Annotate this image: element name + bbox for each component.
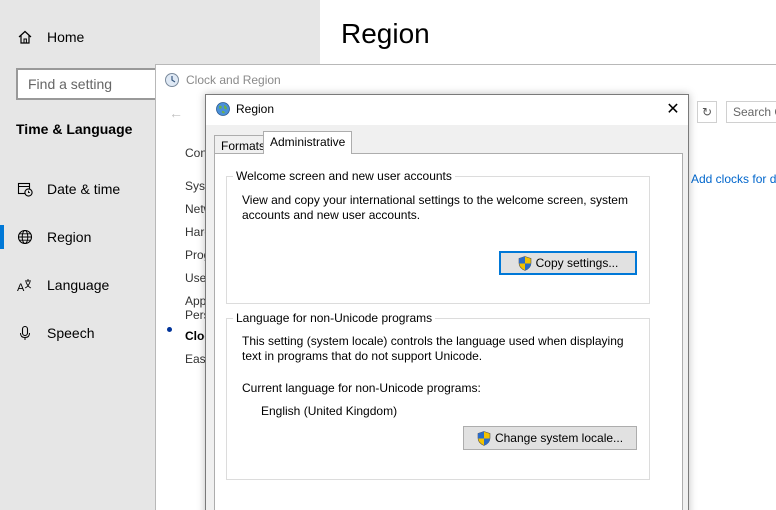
welcome-screen-groupbox: Welcome screen and new user accounts Vie… — [226, 169, 650, 304]
page-title: Region — [341, 18, 430, 49]
svg-text:A: A — [17, 282, 25, 293]
current-language-label: Current language for non-Unicode program… — [242, 381, 481, 395]
nav-speech-label: Speech — [47, 325, 95, 341]
region-dialog: Region ✕ Formats Administrative Welcome … — [205, 94, 689, 510]
language-icon: A — [17, 279, 32, 293]
section-heading: Time & Language — [16, 121, 133, 137]
region-globe-icon — [216, 102, 230, 116]
tab-administrative[interactable]: Administrative — [263, 131, 353, 154]
nav-home[interactable]: Home — [0, 17, 320, 57]
uac-shield-icon — [477, 430, 491, 446]
change-system-locale-label: Change system locale... — [494, 431, 624, 445]
current-language-value: English (United Kingdom) — [261, 404, 398, 418]
selected-indicator — [0, 225, 4, 249]
non-unicode-groupbox: Language for non-Unicode programs This s… — [226, 311, 650, 480]
clock-and-region-title: Clock and Region — [186, 73, 281, 87]
nav-date-time-label: Date & time — [47, 181, 121, 197]
region-dialog-title: Region — [236, 102, 275, 116]
clock-and-region-titlebar[interactable]: Clock and Region — [156, 65, 776, 95]
administrative-tab-panel: Welcome screen and new user accounts Vie… — [214, 153, 683, 510]
close-icon[interactable]: ✕ — [658, 97, 688, 123]
sidebar-item-control-panel-home[interactable]: Con — [185, 146, 207, 160]
non-unicode-description-line2: text in programs that do not support Uni… — [242, 349, 483, 363]
home-icon — [18, 30, 32, 44]
control-panel-search-box[interactable]: Search C — [726, 101, 776, 123]
copy-settings-label: Copy settings... — [535, 256, 619, 270]
welcome-screen-legend: Welcome screen and new user accounts — [233, 169, 455, 183]
add-clocks-link[interactable]: Add clocks for d — [691, 172, 776, 186]
change-system-locale-button[interactable]: Change system locale... — [463, 426, 637, 450]
current-location-bullet — [167, 327, 172, 332]
nav-region-label: Region — [47, 229, 92, 245]
globe-icon — [17, 229, 33, 245]
welcome-screen-description-line1: View and copy your international setting… — [242, 193, 628, 207]
calendar-clock-icon — [17, 182, 33, 197]
nav-language-label: Language — [47, 277, 110, 293]
non-unicode-description-line1: This setting (system locale) controls th… — [242, 334, 624, 348]
welcome-screen-description-line2: accounts and new user accounts. — [242, 208, 421, 222]
non-unicode-legend: Language for non-Unicode programs — [233, 311, 436, 325]
microphone-icon — [20, 325, 30, 340]
refresh-icon[interactable]: ↻ — [697, 101, 717, 123]
uac-shield-icon — [518, 255, 531, 271]
copy-settings-button[interactable]: Copy settings... — [499, 251, 637, 275]
back-arrow-icon[interactable]: ← — [169, 105, 183, 121]
clock-globe-icon — [165, 73, 179, 87]
sidebar-item-appearance[interactable]: App — [185, 294, 206, 308]
nav-home-label: Home — [47, 29, 85, 45]
region-dialog-titlebar[interactable]: Region ✕ — [206, 95, 688, 125]
